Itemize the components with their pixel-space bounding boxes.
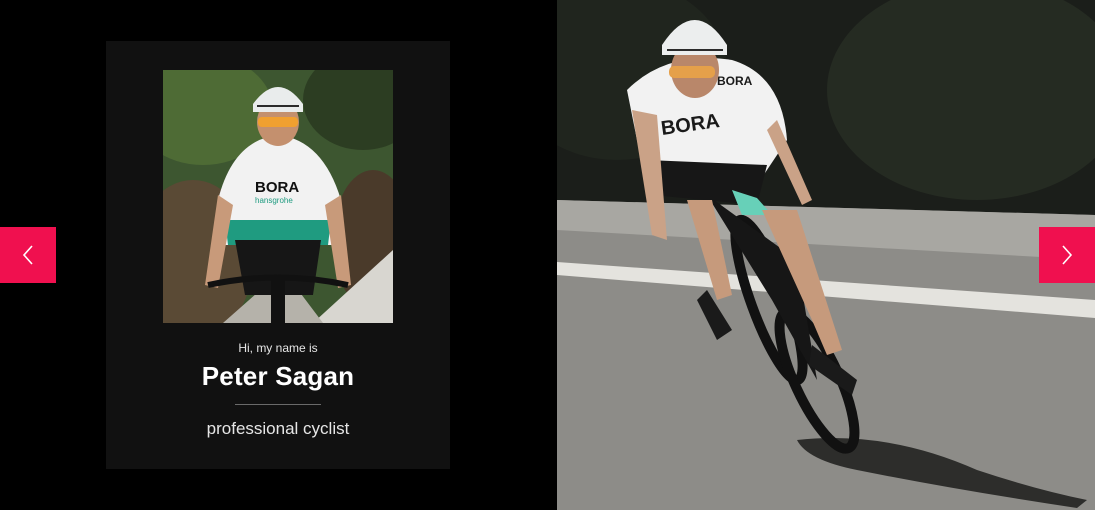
next-slide-button[interactable]: [1039, 227, 1095, 283]
profile-name: Peter Sagan: [201, 361, 355, 391]
cyclist-portrait-image: BORA hansgrohe: [163, 70, 393, 323]
chevron-left-icon: [22, 245, 33, 265]
cyclist-descending-illustration: BORA BORA: [557, 0, 1095, 510]
profile-card: BORA hansgrohe Hi, my name is Peter Saga…: [106, 41, 450, 469]
svg-text:hansgrohe: hansgrohe: [255, 196, 293, 205]
intro-text: Hi, my name is: [238, 341, 318, 355]
svg-text:BORA: BORA: [255, 179, 299, 196]
chevron-right-icon: [1062, 245, 1073, 265]
name-divider: [235, 404, 321, 405]
profile-role: professional cyclist: [206, 419, 350, 438]
slider-page: BORA hansgrohe Hi, my name is Peter Saga…: [0, 0, 1095, 510]
hero-cyclist-image: BORA BORA: [557, 0, 1095, 510]
previous-slide-button[interactable]: [0, 227, 56, 283]
cyclist-portrait-illustration: BORA hansgrohe: [163, 70, 393, 323]
svg-text:BORA: BORA: [717, 74, 753, 88]
